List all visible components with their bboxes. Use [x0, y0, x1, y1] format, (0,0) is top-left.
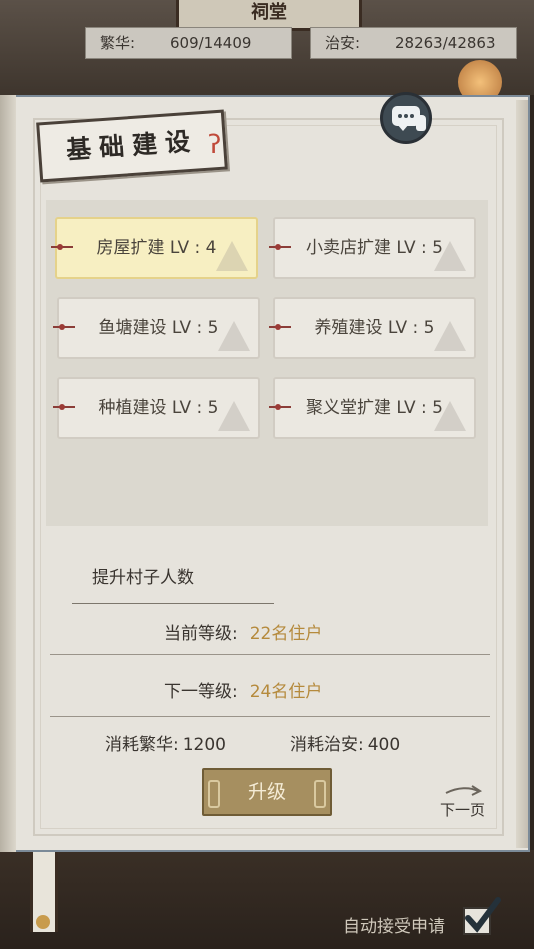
- hand-icon: [416, 115, 426, 131]
- background-scene-bottom: [0, 850, 534, 949]
- chat-help-button[interactable]: [380, 92, 432, 144]
- building-label: 鱼塘建设 LV : 5: [98, 318, 219, 338]
- mountain-decoration: [434, 321, 466, 351]
- pin-icon: [53, 404, 75, 410]
- security-stat: 治安: 28263/42863: [310, 27, 517, 59]
- pin-icon: [269, 324, 291, 330]
- cost-security-label: 消耗治安:: [290, 735, 364, 755]
- cost-security: 消耗治安: 400: [290, 730, 400, 755]
- cost-prosperity-value: 1200: [182, 735, 226, 755]
- building-label: 养殖建设 LV : 5: [314, 318, 435, 338]
- next-level-value: 24名住户: [249, 682, 323, 702]
- pin-icon: [269, 404, 291, 410]
- current-level-label: 当前等级:: [164, 624, 238, 644]
- mountain-decoration: [218, 401, 250, 431]
- cost-prosperity-label: 消耗繁华:: [105, 735, 179, 755]
- building-livestock[interactable]: 养殖建设 LV : 5: [269, 297, 476, 359]
- ribbon-knot-icon: ʔ: [208, 130, 222, 160]
- security-label: 治安:: [325, 34, 361, 52]
- next-level-row: 下一等级: 24名住户: [164, 677, 322, 702]
- building-fish-pond[interactable]: 鱼塘建设 LV : 5: [53, 297, 260, 359]
- pin-icon: [51, 244, 73, 250]
- building-label: 房屋扩建 LV : 4: [96, 238, 217, 258]
- current-level-value: 22名住户: [249, 624, 323, 644]
- next-page-button[interactable]: 下一页: [438, 781, 488, 821]
- building-hall-expansion[interactable]: 聚义堂扩建 LV : 5: [269, 377, 476, 439]
- auto-accept-label: 自动接受申请: [343, 917, 445, 937]
- divider: [72, 603, 274, 604]
- pin-icon: [269, 244, 291, 250]
- mountain-decoration: [218, 321, 250, 351]
- next-level-label: 下一等级:: [164, 682, 238, 702]
- building-house-expansion[interactable]: 房屋扩建 LV : 4: [51, 217, 258, 279]
- cost-security-value: 400: [367, 735, 401, 755]
- building-label: 种植建设 LV : 5: [98, 398, 219, 418]
- prosperity-stat: 繁华: 609/14409: [85, 27, 292, 59]
- building-description: 提升村子人数: [92, 568, 194, 588]
- building-label: 小卖店扩建 LV : 5: [306, 238, 443, 258]
- current-level-row: 当前等级: 22名住户: [164, 619, 322, 644]
- building-shop-expansion[interactable]: 小卖店扩建 LV : 5: [269, 217, 476, 279]
- pin-icon: [53, 324, 75, 330]
- pole-base: [36, 915, 50, 929]
- mountain-decoration: [216, 241, 248, 271]
- arrow-right-icon: [445, 785, 483, 796]
- prosperity-label: 繁华:: [100, 34, 136, 52]
- building-farming[interactable]: 种植建设 LV : 5: [53, 377, 260, 439]
- book-spine: [0, 95, 16, 852]
- cost-prosperity: 消耗繁华: 1200: [105, 730, 226, 755]
- divider: [50, 716, 490, 717]
- divider: [50, 654, 490, 655]
- building-label: 聚义堂扩建 LV : 5: [306, 398, 443, 418]
- next-page-label: 下一页: [440, 801, 486, 819]
- security-value: 28263/42863: [395, 34, 496, 52]
- auto-accept-checkbox[interactable]: [462, 896, 502, 938]
- book-page-edge: [516, 100, 528, 848]
- upgrade-button[interactable]: 升级: [202, 768, 332, 816]
- prosperity-value: 609/14409: [170, 34, 252, 52]
